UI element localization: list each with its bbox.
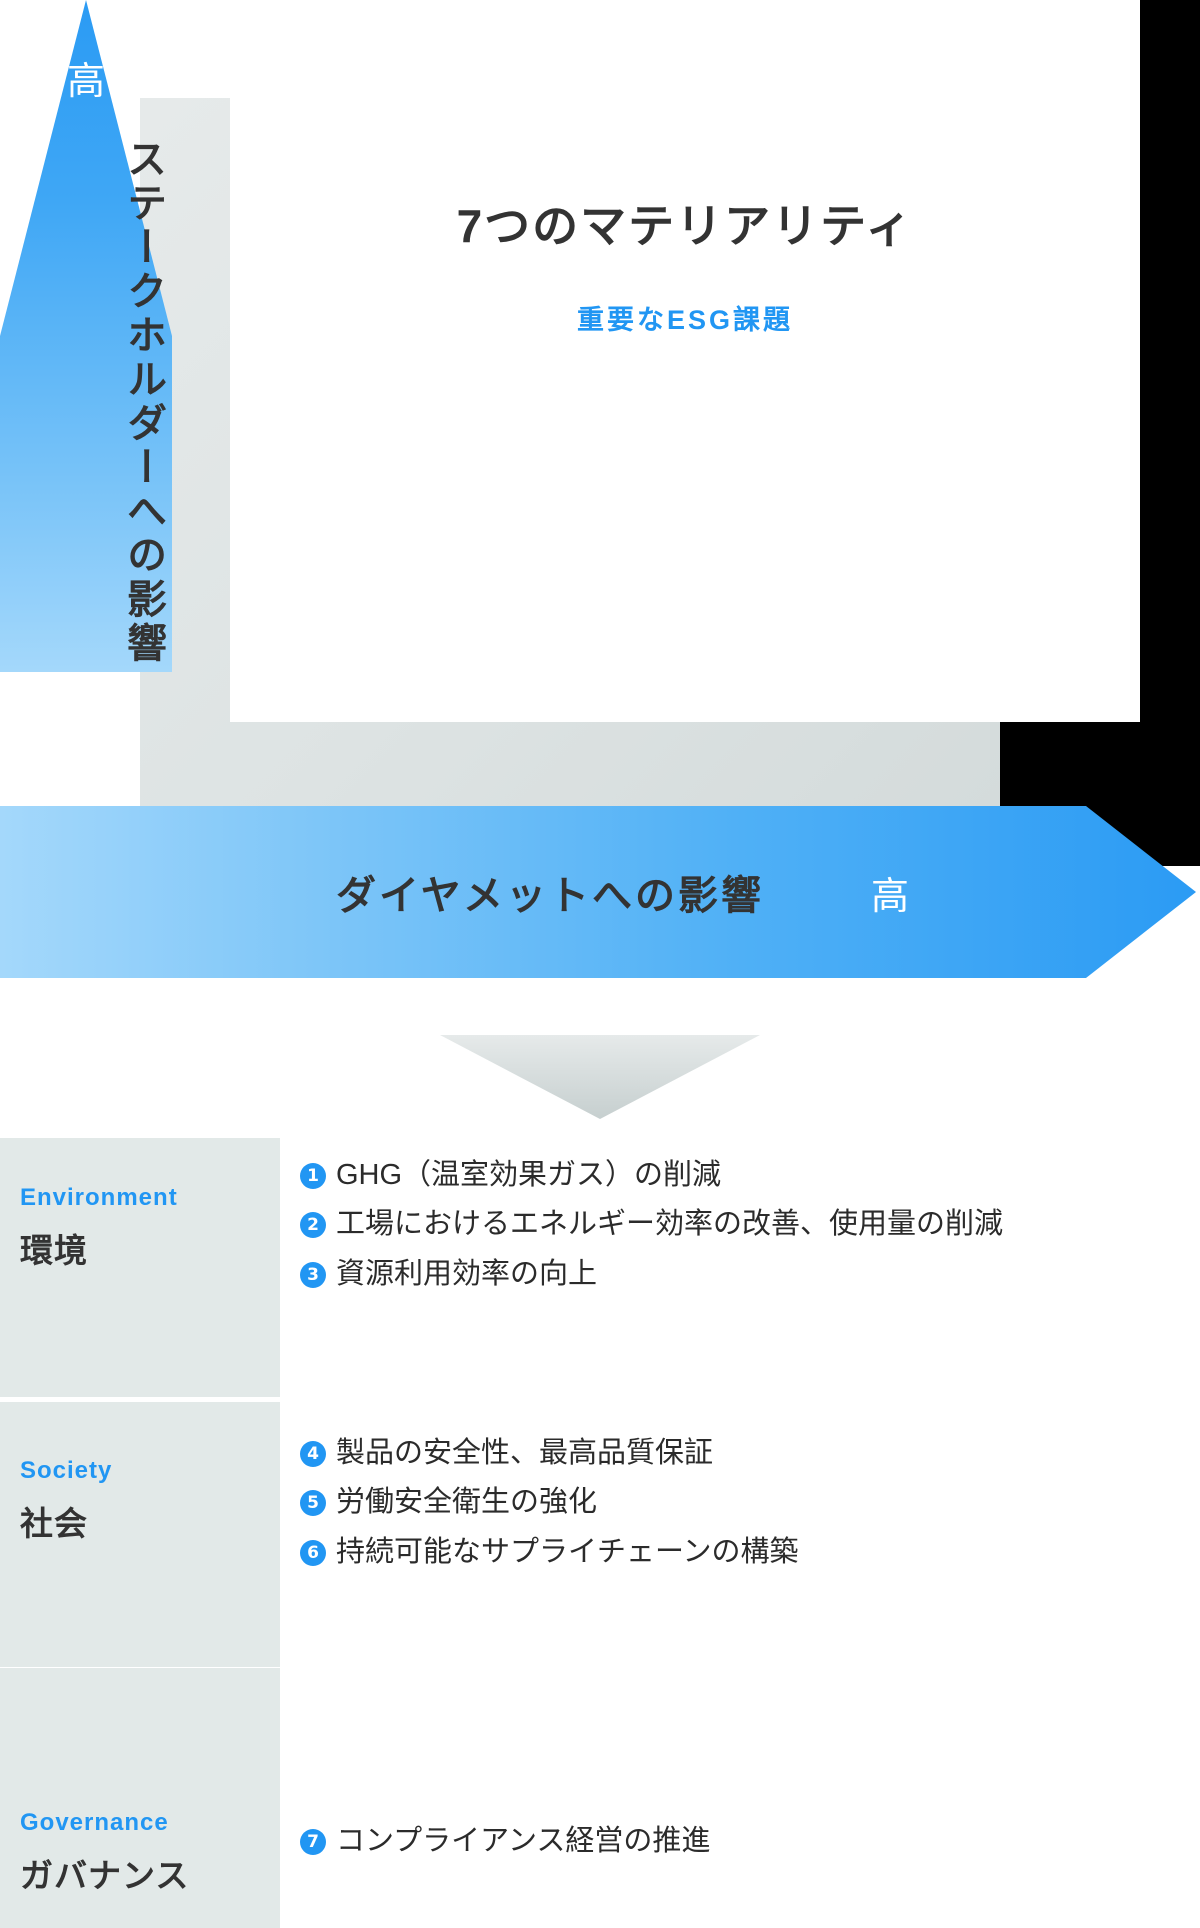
list-item: 5 労働安全衛生の強化 xyxy=(300,1483,1190,1521)
y-axis-high-label: 高 xyxy=(66,61,105,103)
esg-item-list: 7 コンプライアンス経営の推進 xyxy=(300,1822,1190,1871)
item-number-badge: 1 xyxy=(300,1163,326,1189)
item-number-badge: 7 xyxy=(300,1829,326,1855)
esg-category-label-ja: 社会 xyxy=(20,1505,88,1542)
esg-item-list: 4 製品の安全性、最高品質保証 5 労働安全衛生の強化 6 持続可能なサプライチェーンの構… xyxy=(300,1434,1190,1582)
item-text: 工場におけるエネルギー効率の改善、使用量の削減 xyxy=(336,1208,1004,1241)
esg-category-label-en: Governance xyxy=(20,1809,169,1836)
esg-category-label-en: Environment xyxy=(20,1184,178,1211)
esg-category-label-en: Society xyxy=(20,1457,113,1484)
matrix-white-card: 7つのマテリアリティ 重要なESG課題 xyxy=(230,0,1140,722)
esg-category-panel-environment: Environment 環境 xyxy=(0,1138,280,1397)
esg-category-row: Society 社会 4 製品の安全性、最高品質保証 5 労働安全衛生の強化 6 持続可能なサ… xyxy=(0,1402,1200,1667)
esg-category-label-ja: 環境 xyxy=(20,1232,88,1269)
item-text: 資源利用効率の向上 xyxy=(336,1257,598,1290)
item-number-badge: 4 xyxy=(300,1441,326,1467)
item-text: GHG（温室効果ガス）の削減 xyxy=(336,1159,722,1191)
item-number-badge: 3 xyxy=(300,1261,326,1288)
list-item: 2 工場におけるエネルギー効率の改善、使用量の削減 xyxy=(300,1205,1190,1243)
list-item: 1 GHG（温室効果ガス）の削減 xyxy=(300,1156,1190,1194)
item-number-badge: 2 xyxy=(300,1212,326,1239)
esg-category-panel-society: Society 社会 xyxy=(0,1402,280,1667)
item-text: 持続可能なサプライチェーンの構築 xyxy=(336,1535,799,1568)
esg-category-row: Governance ガバナンス 7 コンプライアンス経営の推進 xyxy=(0,1668,1200,1928)
esg-issues-list: Environment 環境 1 GHG（温室効果ガス）の削減 2 工場におけるエネルギー… xyxy=(0,1138,1200,1928)
esg-category-label-ja: ガバナンス xyxy=(20,1857,190,1894)
item-text: 製品の安全性、最高品質保証 xyxy=(336,1437,714,1469)
item-number-badge: 5 xyxy=(300,1490,326,1517)
item-text: コンプライアンス経営の推進 xyxy=(336,1825,711,1857)
list-item: 6 持続可能なサプライチェーンの構築 xyxy=(300,1533,1190,1571)
list-item: 7 コンプライアンス経営の推進 xyxy=(300,1822,1190,1860)
backdrop-panel-right xyxy=(1140,0,1200,655)
down-arrow-icon xyxy=(440,1035,760,1119)
x-axis-high-label: 高 xyxy=(870,875,909,918)
esg-category-panel-governance: Governance ガバナンス xyxy=(0,1668,280,1928)
page-title: 7つのマテリアリティ xyxy=(456,200,914,252)
esg-category-row: Environment 環境 1 GHG（温室効果ガス）の削減 2 工場におけるエネルギー… xyxy=(0,1138,1200,1397)
esg-item-list: 1 GHG（温室効果ガス）の削減 2 工場におけるエネルギー効率の改善、使用量の削減 3… xyxy=(300,1156,1190,1304)
list-item: 3 資源利用効率の向上 xyxy=(300,1255,1190,1293)
page-subtitle: 重要なESG課題 xyxy=(576,305,794,335)
item-number-badge: 6 xyxy=(300,1539,326,1566)
item-text: 労働安全衛生の強化 xyxy=(336,1486,598,1519)
list-item: 4 製品の安全性、最高品質保証 xyxy=(300,1434,1190,1472)
x-axis-label: ダイヤメットへの影響 xyxy=(336,874,764,918)
materiality-matrix: 7つのマテリアリティ 重要なESG課題 高 ステークホルダーへの影響 ダイヤメッ… xyxy=(0,0,1200,1000)
y-axis-label: ステークホルダーへの影響 xyxy=(121,138,165,666)
